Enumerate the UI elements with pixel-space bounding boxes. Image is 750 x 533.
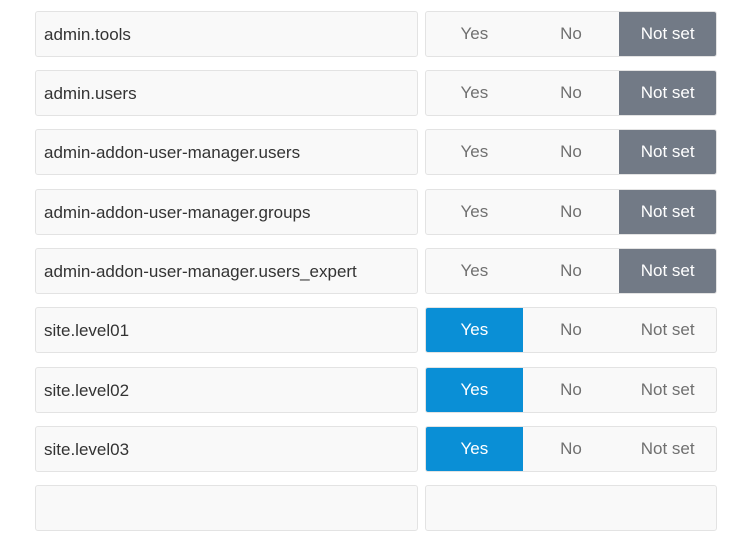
yes-option[interactable]: Yes — [426, 71, 523, 115]
permission-row: admin.users Yes No Not set — [0, 70, 750, 118]
permission-row: admin-addon-user-manager.users_expert Ye… — [0, 248, 750, 296]
permission-name: admin-addon-user-manager.groups — [35, 189, 418, 235]
permission-toggle: Yes No Not set — [425, 70, 717, 116]
not-set-option[interactable]: Not set — [619, 427, 716, 471]
permission-name: admin-addon-user-manager.users — [35, 129, 418, 175]
no-option[interactable]: No — [523, 190, 620, 234]
yes-option[interactable]: Yes — [426, 427, 523, 471]
not-set-option[interactable]: Not set — [619, 71, 716, 115]
permission-row: site.level03 Yes No Not set — [0, 426, 750, 474]
permission-row: admin-addon-user-manager.users Yes No No… — [0, 129, 750, 177]
not-set-option[interactable]: Not set — [619, 190, 716, 234]
no-option[interactable]: No — [523, 130, 620, 174]
permission-toggle: Yes No Not set — [425, 248, 717, 294]
no-option[interactable]: No — [523, 308, 620, 352]
yes-option[interactable]: Yes — [426, 190, 523, 234]
permission-name: admin-addon-user-manager.users_expert — [35, 248, 418, 294]
permission-row: admin-addon-user-manager.groups Yes No N… — [0, 189, 750, 237]
permission-row: admin.tools Yes No Not set — [0, 11, 750, 59]
yes-option[interactable]: Yes — [426, 12, 523, 56]
no-option[interactable]: No — [523, 12, 620, 56]
permission-row: site.level01 Yes No Not set — [0, 307, 750, 355]
permission-name: site.level01 — [35, 307, 418, 353]
permission-toggle: Yes No Not set — [425, 426, 717, 472]
yes-option[interactable]: Yes — [426, 130, 523, 174]
yes-option[interactable]: Yes — [426, 308, 523, 352]
no-option[interactable]: No — [523, 249, 620, 293]
yes-option[interactable]: Yes — [426, 249, 523, 293]
permission-name: site.level03 — [35, 426, 418, 472]
permission-name: site.level02 — [35, 367, 418, 413]
permission-name: admin.tools — [35, 11, 418, 57]
not-set-option[interactable]: Not set — [619, 308, 716, 352]
permissions-list: admin.tools Yes No Not set admin.users Y… — [0, 0, 750, 531]
no-option[interactable]: No — [523, 368, 620, 412]
yes-option[interactable]: Yes — [426, 368, 523, 412]
permission-name: admin.users — [35, 70, 418, 116]
permission-row: site.level02 Yes No Not set — [0, 367, 750, 415]
permission-toggle: Yes No Not set — [425, 307, 717, 353]
not-set-option[interactable]: Not set — [619, 12, 716, 56]
permission-toggle: Yes No Not set — [425, 189, 717, 235]
permission-toggle — [425, 485, 717, 531]
not-set-option[interactable]: Not set — [619, 249, 716, 293]
no-option[interactable]: No — [523, 427, 620, 471]
permission-toggle: Yes No Not set — [425, 11, 717, 57]
permission-toggle: Yes No Not set — [425, 367, 717, 413]
not-set-option[interactable]: Not set — [619, 368, 716, 412]
permission-toggle: Yes No Not set — [425, 129, 717, 175]
no-option[interactable]: No — [523, 71, 620, 115]
not-set-option[interactable]: Not set — [619, 130, 716, 174]
permission-name — [35, 485, 418, 531]
permission-row — [0, 485, 750, 533]
